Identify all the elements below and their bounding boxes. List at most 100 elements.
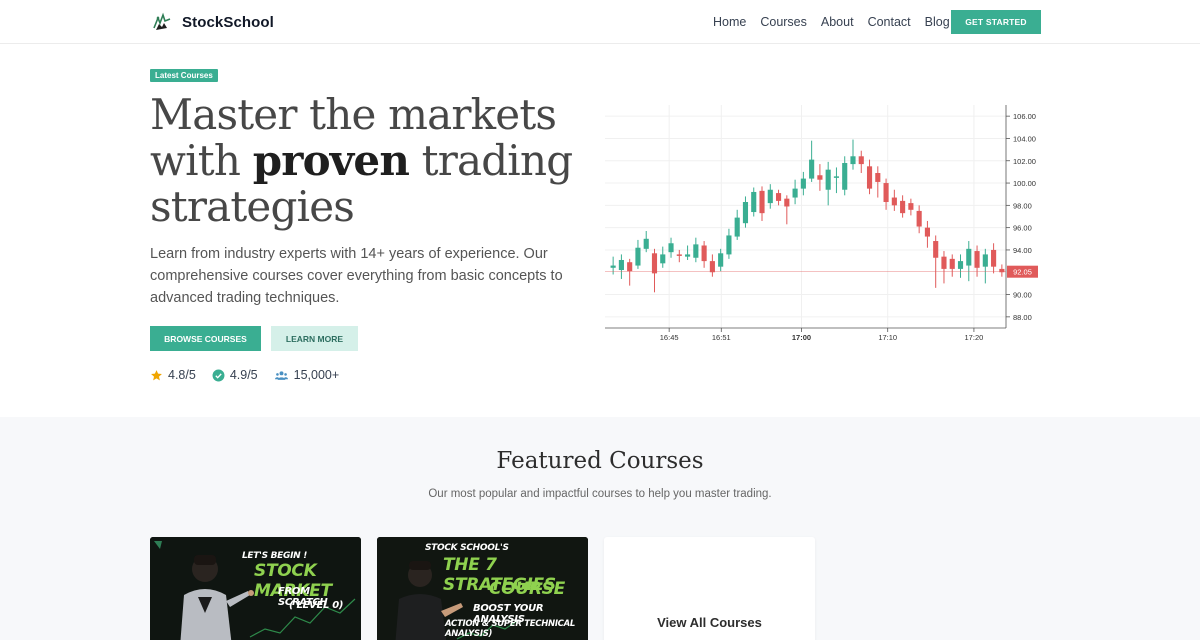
nav-links: Home Courses About Contact Blog: [713, 15, 950, 29]
stat-students: 15,000+: [274, 368, 340, 382]
candle-body: [974, 251, 980, 268]
candle-body: [858, 156, 864, 165]
x-tick-label: 17:20: [965, 333, 984, 342]
candle-body: [685, 254, 691, 257]
chart-grid: [605, 105, 1006, 328]
price-candlestick-chart: 106.00 104.00 102.00 100.00 98.00 96.00 94.00 9…: [605, 105, 1038, 342]
learn-more-button[interactable]: LEARN MORE: [271, 326, 358, 351]
candle-body: [924, 227, 930, 237]
candle-body: [817, 175, 823, 180]
candle-body: [908, 203, 914, 210]
check-circle-icon: [212, 369, 225, 381]
stat-verified: 4.9/5: [212, 368, 258, 382]
chart-x-ticks: 16:45 16:51 17:00 17:10 17:20: [605, 327, 1006, 342]
candle-body: [627, 262, 633, 272]
candle-body: [734, 217, 740, 237]
get-started-button[interactable]: GET STARTED: [951, 10, 1041, 34]
candle-body: [883, 183, 889, 203]
chart-y-ticks: 106.00 104.00 102.00 100.00 98.00 96.00 94.00 9…: [1005, 105, 1036, 328]
hero-headline: Master the markets with proven trading s…: [150, 92, 590, 230]
candle-body: [718, 253, 724, 267]
y-tick-label: 100.00: [1013, 179, 1036, 188]
hero-lead: Learn from industry experts with 14+ yea…: [150, 246, 563, 306]
candle-body: [701, 245, 707, 262]
nav-link-contact[interactable]: Contact: [868, 15, 911, 29]
course-card-7-strategies[interactable]: STOCK SCHOOL'S THE 7 STRATEGIES COURSE B…: [377, 537, 588, 640]
current-price-label: 92.05: [1013, 268, 1032, 277]
card1-line4: ( LEVEL 0): [289, 600, 344, 611]
headline-line1: Master the markets: [150, 90, 557, 139]
y-tick-label: 90.00: [1013, 291, 1032, 300]
candle-body: [759, 190, 765, 214]
candle-body: [866, 166, 873, 189]
candle-body: [966, 248, 972, 266]
view-all-courses-link[interactable]: View All Courses: [604, 615, 815, 630]
y-tick-label: 94.00: [1013, 246, 1032, 255]
nav-link-home[interactable]: Home: [713, 15, 746, 29]
course-card-stock-market[interactable]: LET'S BEGIN ! STOCK MARKET FROM SCRATCH …: [150, 537, 361, 640]
users-icon: [274, 370, 288, 380]
candle-body: [933, 241, 939, 258]
x-tick-label: 16:45: [660, 333, 679, 342]
featured-subtitle: Our most popular and impactful courses t…: [428, 488, 772, 500]
candle-body: [751, 191, 757, 213]
candle-body: [775, 193, 782, 201]
candle-body: [982, 254, 988, 267]
candle-body: [651, 253, 658, 274]
latest-courses-badge: Latest Courses: [150, 69, 218, 82]
hero-stats: 4.8/5 4.9/5 15,000+: [150, 368, 339, 382]
brand-name: StockSchool: [182, 13, 274, 31]
stat-verified-value: 4.9/5: [229, 368, 258, 382]
y-tick-label: 102.00: [1013, 157, 1036, 166]
candle-body: [726, 235, 732, 255]
top-navbar: StockSchool Home Courses About Contact B…: [0, 0, 1200, 44]
nav-link-courses[interactable]: Courses: [760, 15, 807, 29]
candle-body: [875, 173, 881, 182]
headline-word-proven: proven: [252, 136, 410, 185]
y-tick-label: 96.00: [1013, 224, 1032, 233]
x-tick-label: 17:00: [792, 333, 811, 342]
candle-body: [784, 198, 790, 207]
browse-courses-button[interactable]: BROWSE COURSES: [150, 326, 261, 351]
candle-body: [991, 249, 997, 267]
candle-body: [635, 247, 641, 266]
bull-icon: [153, 12, 171, 30]
view-all-courses-card[interactable]: View All Courses: [604, 537, 815, 640]
stat-students-value: 15,000+: [293, 368, 340, 382]
candle-body: [941, 256, 947, 269]
card1-line1: LET'S BEGIN !: [242, 551, 308, 561]
candle-body: [643, 238, 649, 249]
candle-body: [767, 189, 773, 204]
candle-body: [916, 210, 922, 227]
current-price-tag: 92.05: [605, 265, 1038, 278]
candle-body: [842, 162, 848, 190]
candle-body: [833, 176, 840, 178]
card2-line1: STOCK SCHOOL'S: [425, 543, 509, 553]
candle-body: [800, 178, 806, 189]
candle-body: [809, 159, 815, 179]
candle-body: [676, 254, 682, 256]
candle-body: [850, 156, 856, 165]
nav-link-about[interactable]: About: [821, 15, 854, 29]
candle-body: [792, 188, 798, 198]
y-tick-label: 88.00: [1013, 313, 1032, 322]
candle-body: [900, 200, 906, 214]
x-tick-label: 16:51: [712, 333, 731, 342]
stat-rating: 4.8/5: [150, 368, 196, 382]
candle-body: [825, 169, 831, 190]
candle-body: [949, 258, 955, 269]
card2-line3: COURSE: [489, 579, 565, 599]
featured-title: Featured Courses: [496, 448, 704, 474]
candle-body: [660, 254, 666, 264]
candle-body: [668, 243, 674, 253]
nav-link-blog[interactable]: Blog: [925, 15, 950, 29]
y-tick-label: 106.00: [1013, 112, 1036, 121]
y-tick-label: 104.00: [1013, 134, 1036, 143]
y-tick-label: 98.00: [1013, 201, 1032, 210]
candle-body: [957, 261, 964, 269]
brand-logo[interactable]: StockSchool: [150, 10, 274, 34]
star-icon: [151, 369, 162, 380]
headline-word-with: with: [150, 136, 241, 185]
candle-body: [709, 261, 715, 273]
headline-word-trading: trading: [421, 136, 573, 185]
